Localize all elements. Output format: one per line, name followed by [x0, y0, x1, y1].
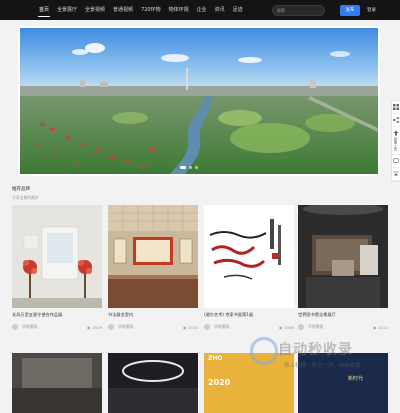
nav-720-object[interactable]: 720环物	[137, 0, 165, 20]
nav-panorama-video[interactable]: 全景视频	[81, 0, 109, 20]
sidebar-chat-button[interactable]	[392, 155, 400, 168]
login-link[interactable]: 登录	[367, 5, 376, 16]
view-count: 2086	[284, 325, 294, 330]
view-count: 2130	[188, 325, 198, 330]
nav-enterprise[interactable]: 企业	[193, 0, 211, 20]
author-avatar[interactable]	[204, 324, 210, 330]
card-thumbnail[interactable]	[12, 353, 102, 413]
card-title[interactable]: 书法展览室内	[108, 312, 198, 318]
section-title: 推荐品牌	[12, 186, 39, 192]
content-card[interactable]: 书法展览室内 华视景观 ◉ 2130	[108, 205, 198, 330]
banner-aerial-image[interactable]	[20, 28, 378, 174]
content-card[interactable]: 世界图书馆全景展厅 华视景观 ◉ 2011	[298, 205, 388, 330]
thumb-text: ZHO	[208, 355, 222, 362]
author-name[interactable]: 华视景观	[214, 324, 229, 330]
card-thumbnail[interactable]	[12, 205, 102, 308]
card-meta: 华视景观 ◉ 2509	[12, 324, 102, 330]
author-name[interactable]: 华视景观	[118, 324, 133, 330]
watermark-brand: 自动秒收录	[278, 339, 353, 359]
card-meta: 华视景观 ◉ 2130	[108, 324, 198, 330]
nav-panorama-hall[interactable]: 全景展厅	[53, 0, 81, 20]
content-card-row2[interactable]	[12, 353, 102, 413]
content-card-row2[interactable]	[108, 353, 198, 413]
card-thumbnail[interactable]	[204, 205, 294, 308]
thumb-year: 2020	[208, 378, 230, 387]
floating-sidebar: 我要上传	[391, 100, 400, 182]
carousel-dot-active[interactable]	[180, 166, 186, 169]
top-navigation-bar: 首页 全景展厅 全景视频 普通视频 720环物 物体环视 企业 资讯 足迹 搜索…	[0, 0, 400, 20]
carousel-dot[interactable]	[189, 166, 192, 169]
card-title[interactable]: 长风万里五星守望合作品展	[12, 312, 102, 318]
eye-icon: ◉	[183, 325, 187, 330]
eye-icon: ◉	[279, 325, 283, 330]
watermark: 自动秒收录 做上精榜 · 来访一次 · 自动收录	[250, 337, 390, 383]
upload-icon	[393, 130, 399, 136]
section-subtitle: 分享全景的美好	[12, 195, 39, 201]
search-input[interactable]: 搜索	[272, 5, 325, 16]
nav-object-view[interactable]: 物体环视	[165, 0, 193, 20]
content-card[interactable]: 长风万里五星守望合作品展 华视景观 ◉ 2509	[12, 205, 102, 330]
card-meta: 华视景观 ◉ 2011	[298, 324, 388, 330]
share-icon	[393, 117, 399, 123]
eye-icon: ◉	[87, 325, 91, 330]
view-count: 2011	[378, 325, 388, 330]
card-thumbnail[interactable]	[108, 205, 198, 308]
grid-icon	[393, 104, 399, 110]
author-name[interactable]: 华视景观	[22, 324, 37, 330]
publish-button[interactable]: 发布	[340, 5, 360, 16]
author-avatar[interactable]	[12, 324, 18, 330]
main-nav: 首页 全景展厅 全景视频 普通视频 720环物 物体环视 企业 资讯 足迹	[35, 0, 247, 20]
nav-normal-video[interactable]: 普通视频	[109, 0, 137, 20]
chat-icon	[393, 158, 399, 164]
card-title[interactable]: (湘尔艺术) 京家书画第1展	[204, 312, 294, 318]
recommended-section-header: 推荐品牌 分享全景的美好	[12, 186, 39, 201]
nav-news[interactable]: 资讯	[211, 0, 229, 20]
watermark-slogan: 做上精榜 · 来访一次 · 自动收录	[284, 361, 361, 369]
nav-footprint[interactable]: 足迹	[229, 0, 247, 20]
content-card[interactable]: (湘尔艺术) 京家书画第1展 华视景观 ◉ 2086	[204, 205, 294, 330]
view-count: 2509	[92, 325, 102, 330]
watermark-logo-icon	[250, 337, 278, 365]
sidebar-upload-label: 我要上传	[394, 137, 398, 151]
carousel-dot[interactable]	[195, 166, 198, 169]
carousel-dots	[180, 166, 198, 169]
card-thumbnail[interactable]	[108, 353, 198, 413]
sidebar-top-button[interactable]	[392, 168, 400, 181]
card-meta: 华视景观 ◉ 2086	[204, 324, 294, 330]
back-to-top-icon	[393, 171, 399, 177]
eye-icon: ◉	[373, 325, 377, 330]
hero-banner	[18, 26, 380, 176]
author-avatar[interactable]	[108, 324, 114, 330]
sidebar-upload-button[interactable]: 我要上传	[392, 127, 400, 155]
nav-home[interactable]: 首页	[35, 0, 53, 20]
sidebar-share-button[interactable]	[392, 114, 400, 127]
card-thumbnail[interactable]	[298, 205, 388, 308]
author-name[interactable]: 华视景观	[308, 324, 323, 330]
card-title[interactable]: 世界图书馆全景展厅	[298, 312, 388, 318]
author-avatar[interactable]	[298, 324, 304, 330]
sidebar-grid-button[interactable]	[392, 101, 400, 114]
